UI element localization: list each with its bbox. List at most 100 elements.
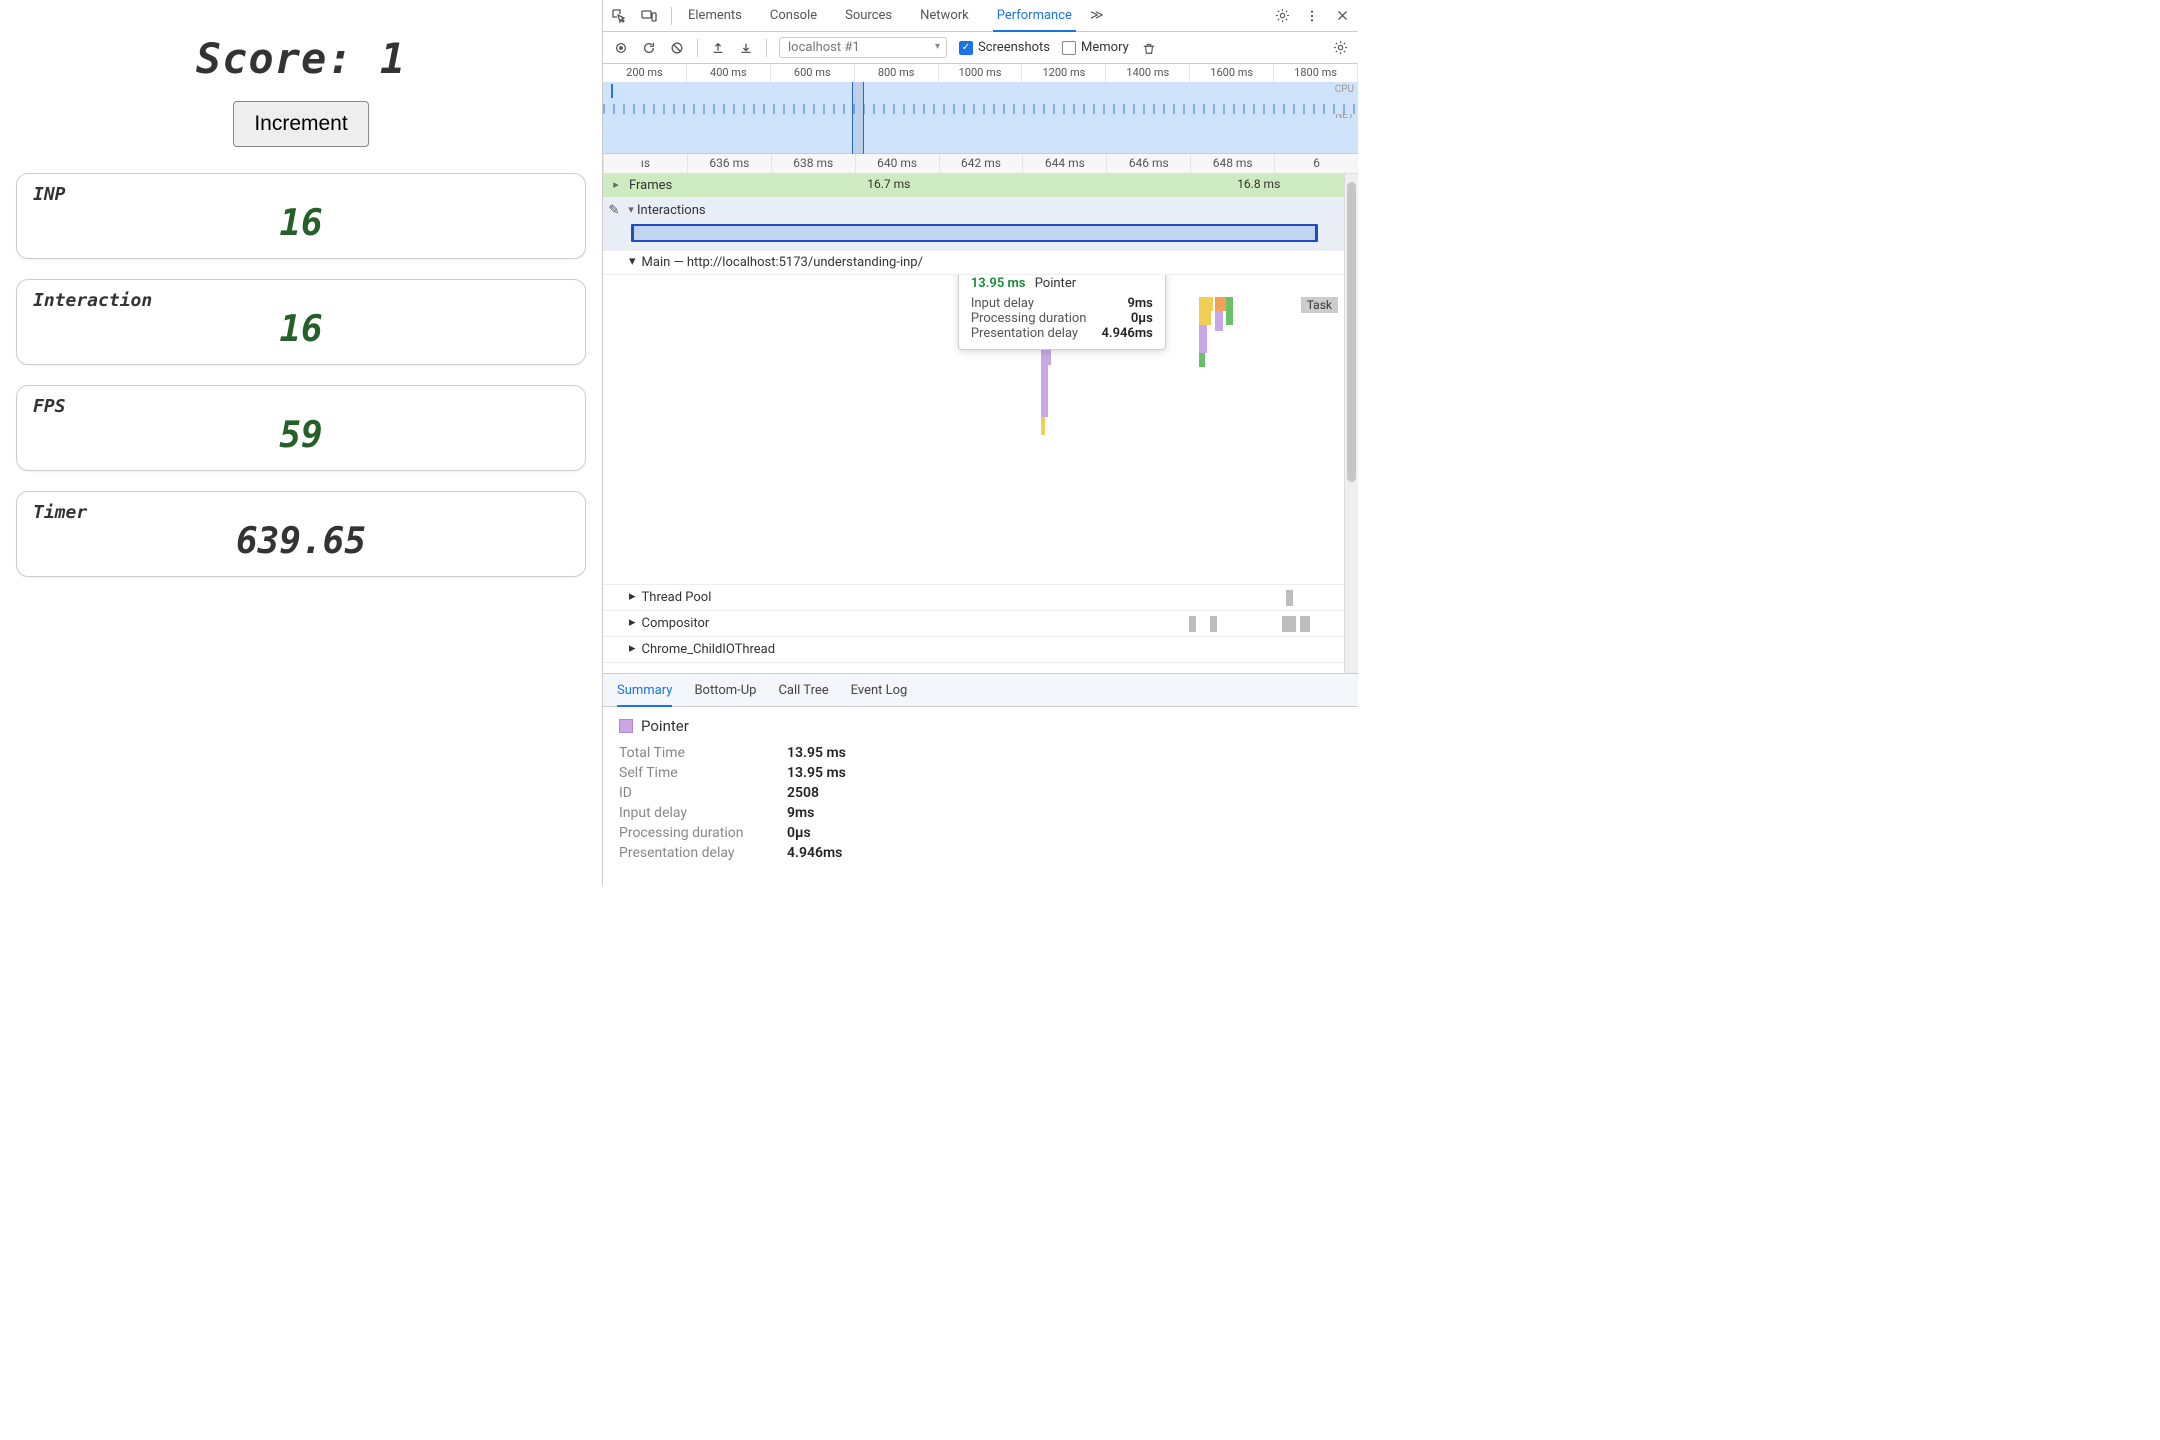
- devtools-header: Elements Console Sources Network Performance…: [603, 0, 1358, 32]
- thread-track[interactable]: ▸Compositor: [603, 611, 1358, 637]
- frame-duration: 16.8 ms: [1237, 177, 1280, 191]
- more-tabs-button[interactable]: ≫: [1088, 8, 1106, 23]
- overview-tick: 800 ms: [855, 64, 939, 82]
- devtools-tab[interactable]: Performance: [995, 8, 1074, 23]
- metric-card: INP 16: [16, 173, 586, 259]
- detail-tabs: Summary Bottom-Up Call Tree Event Log: [603, 673, 1358, 707]
- ruler-tick: 644 ms: [1022, 154, 1106, 173]
- interaction-bar[interactable]: [631, 224, 1318, 242]
- devtools-tab[interactable]: Sources: [843, 8, 894, 23]
- summary-panel: Pointer Total Time13.95 msSelf Time13.95…: [603, 707, 1358, 885]
- interaction-tooltip: 13.95 ms Pointer Input delay9msProcessin…: [958, 275, 1166, 350]
- ruler-tick: 642 ms: [939, 154, 1023, 173]
- device-toggle-icon[interactable]: [641, 8, 657, 24]
- frames-label: Frames: [629, 178, 672, 193]
- overview-tick: 1800 ms: [1274, 64, 1358, 82]
- thread-label: Compositor: [642, 616, 710, 631]
- download-icon[interactable]: [738, 40, 754, 56]
- devtools-tab[interactable]: Network: [918, 8, 971, 23]
- thread-track[interactable]: ▸Chrome_ChildIOThread: [603, 637, 1358, 663]
- record-icon[interactable]: [613, 40, 629, 56]
- flame-chart[interactable]: ▸ Frames 16.7 ms 16.8 ms ✎ ▾ Interaction…: [603, 174, 1358, 673]
- profile-select[interactable]: localhost #1: [779, 37, 947, 58]
- swatch-icon: [619, 719, 633, 733]
- ruler-tick: 646 ms: [1106, 154, 1190, 173]
- main-flame-body[interactable]: Task: [603, 275, 1358, 585]
- metric-label: INP: [33, 184, 569, 205]
- demo-app: Score: 1 Increment INP 16Interaction 16F…: [0, 0, 602, 885]
- metric-label: Timer: [33, 502, 569, 523]
- screenshots-label: Screenshots: [978, 40, 1050, 55]
- devtools-tab[interactable]: Elements: [686, 8, 744, 23]
- detail-tab[interactable]: Event Log: [851, 683, 908, 698]
- main-label: Main — http://localhost:5173/understandi…: [642, 255, 923, 270]
- upload-icon[interactable]: [710, 40, 726, 56]
- memory-label: Memory: [1081, 40, 1129, 55]
- frames-track[interactable]: ▸ Frames 16.7 ms 16.8 ms: [603, 174, 1358, 198]
- thread-label: Thread Pool: [642, 590, 712, 605]
- tooltip-row: Presentation delay4.946ms: [971, 326, 1153, 341]
- increment-button[interactable]: Increment: [233, 101, 368, 147]
- detail-tab[interactable]: Summary: [617, 683, 672, 698]
- close-icon[interactable]: [1334, 8, 1350, 24]
- metric-card: FPS 59: [16, 385, 586, 471]
- metric-value: 639.65: [33, 521, 569, 562]
- devtools-tab[interactable]: Console: [768, 8, 819, 23]
- summary-row: Processing duration0µs: [619, 825, 1342, 841]
- reload-icon[interactable]: [641, 40, 657, 56]
- metric-value: 16: [33, 309, 569, 350]
- score-display: Score: 1: [16, 34, 586, 83]
- metric-card: Timer 639.65: [16, 491, 586, 577]
- screenshots-checkbox[interactable]: ✓ Screenshots: [959, 40, 1050, 55]
- checkbox-icon: ✓: [959, 41, 973, 55]
- summary-row: Self Time13.95 ms: [619, 765, 1342, 781]
- summary-row: Presentation delay4.946ms: [619, 845, 1342, 861]
- interactions-label: Interactions: [637, 203, 706, 218]
- memory-checkbox[interactable]: Memory: [1062, 40, 1129, 55]
- devtools-panel: Elements Console Sources Network Performance…: [602, 0, 1358, 885]
- metric-value: 59: [33, 415, 569, 456]
- clear-icon[interactable]: [669, 40, 685, 56]
- metric-value: 16: [33, 203, 569, 244]
- ruler-tick: 640 ms: [855, 154, 939, 173]
- main-track-header[interactable]: ▾ Main — http://localhost:5173/understan…: [603, 251, 1358, 275]
- perf-toolbar: localhost #1 ✓ Screenshots Memory: [603, 32, 1358, 64]
- overview-tick: 600 ms: [771, 64, 855, 82]
- pencil-icon[interactable]: ✎: [603, 203, 625, 218]
- flame-scrollbar[interactable]: [1344, 174, 1358, 673]
- inspect-icon[interactable]: [611, 8, 627, 24]
- gc-icon[interactable]: [1141, 40, 1157, 56]
- tooltip-row: Processing duration0µs: [971, 311, 1153, 326]
- overview-tick: 1000 ms: [939, 64, 1023, 82]
- flame-ruler[interactable]: ıs636 ms638 ms640 ms642 ms644 ms646 ms64…: [603, 154, 1358, 174]
- summary-row: ID2508: [619, 785, 1342, 801]
- metric-label: Interaction: [33, 290, 569, 311]
- tooltip-ms: 13.95 ms: [971, 276, 1026, 291]
- frame-duration: 16.7 ms: [867, 177, 910, 191]
- tooltip-type: Pointer: [1035, 276, 1076, 291]
- ruler-tick: 636 ms: [687, 154, 771, 173]
- detail-tab[interactable]: Bottom-Up: [694, 683, 756, 698]
- interactions-track[interactable]: ✎ ▾ Interactions: [603, 198, 1358, 251]
- summary-title: Pointer: [641, 717, 689, 735]
- detail-tab[interactable]: Call Tree: [778, 683, 828, 698]
- thread-label: Chrome_ChildIOThread: [642, 642, 776, 657]
- overview-tick: 1200 ms: [1022, 64, 1106, 82]
- tooltip-row: Input delay9ms: [971, 296, 1153, 311]
- thread-track[interactable]: ▸Thread Pool: [603, 585, 1358, 611]
- kebab-icon[interactable]: [1304, 8, 1320, 24]
- settings-icon[interactable]: [1274, 8, 1290, 24]
- ruler-tick: 638 ms: [771, 154, 855, 173]
- overview-tick: 200 ms: [603, 64, 687, 82]
- overview-timeline[interactable]: 200 ms400 ms600 ms800 ms1000 ms1200 ms14…: [603, 64, 1358, 154]
- summary-row: Input delay9ms: [619, 805, 1342, 821]
- overview-tick: 400 ms: [687, 64, 771, 82]
- perf-settings-icon[interactable]: [1332, 40, 1348, 56]
- checkbox-icon: [1062, 41, 1076, 55]
- ruler-tick: 648 ms: [1190, 154, 1274, 173]
- metric-card: Interaction 16: [16, 279, 586, 365]
- overview-tick: 1400 ms: [1106, 64, 1190, 82]
- ruler-tick: 6: [1274, 154, 1358, 173]
- overview-tick: 1600 ms: [1190, 64, 1274, 82]
- ruler-tick: ıs: [603, 154, 687, 173]
